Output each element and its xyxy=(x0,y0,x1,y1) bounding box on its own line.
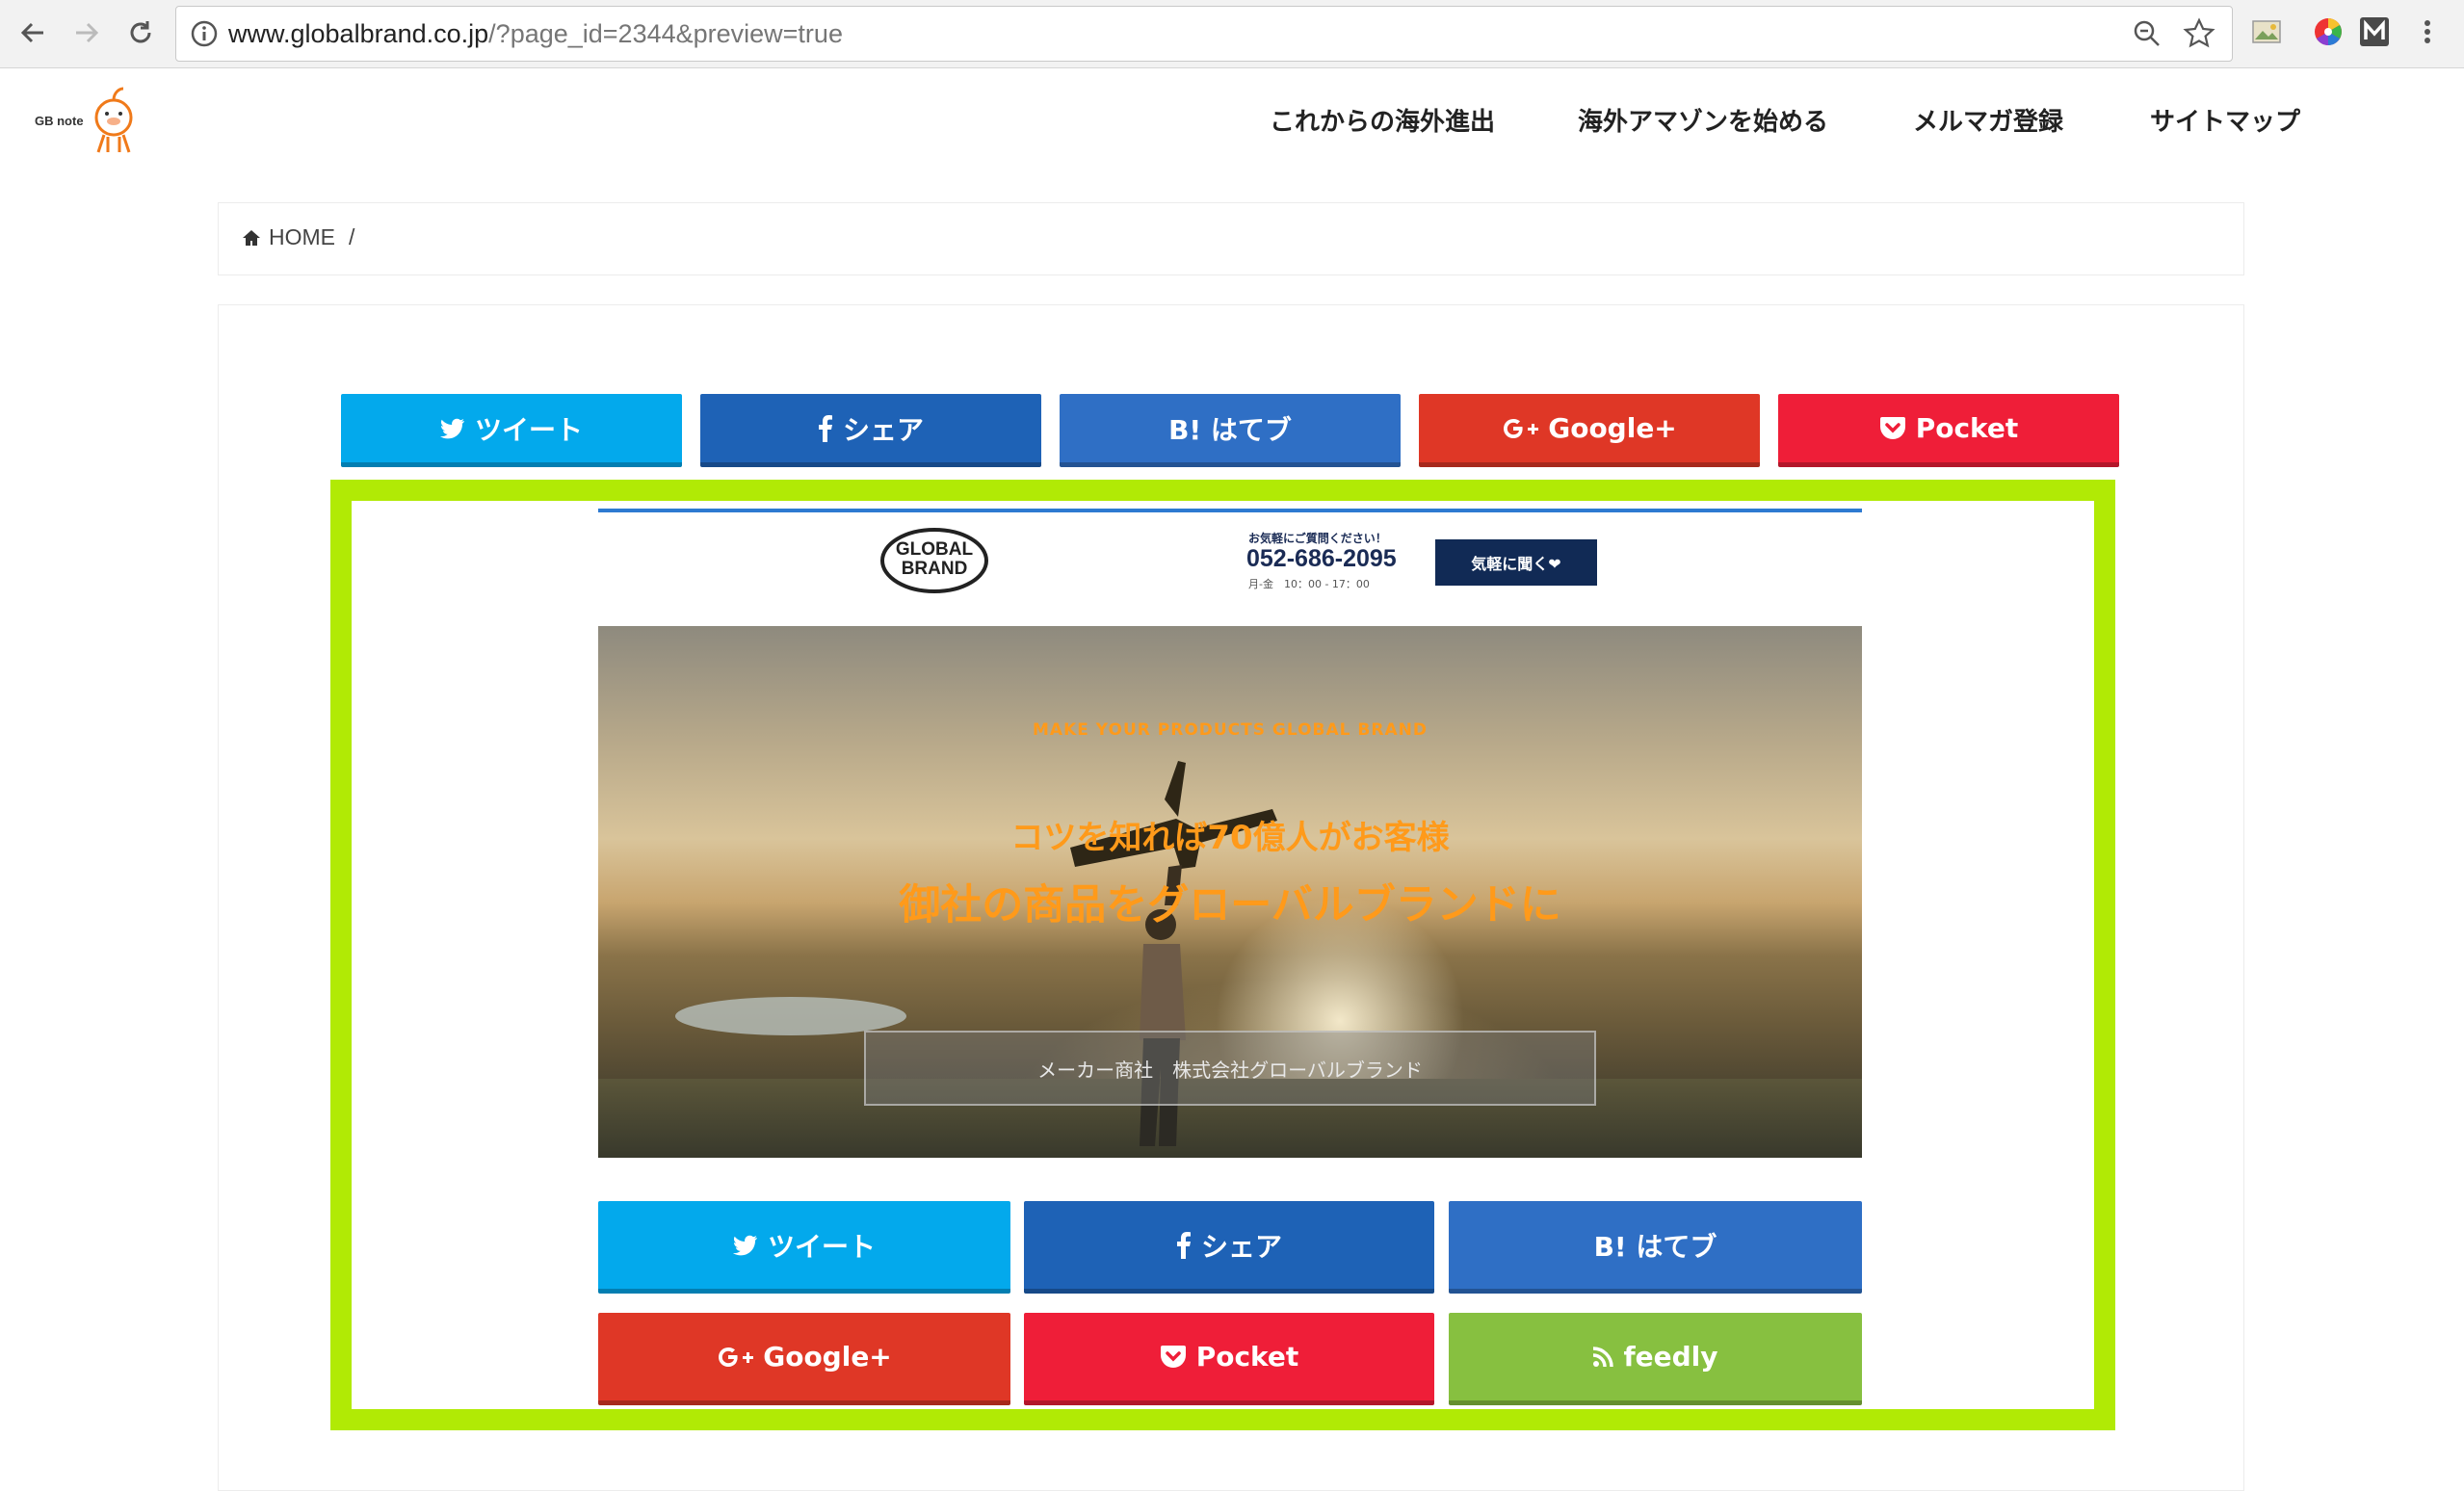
rss-icon xyxy=(1593,1346,1614,1367)
twitter-icon xyxy=(732,1235,757,1255)
address-bar[interactable]: www.globalbrand.co.jp/?page_id=2344&prev… xyxy=(175,6,2233,62)
url-path: /?page_id=2344&preview=true xyxy=(488,19,843,48)
site-logo[interactable]: GB note xyxy=(29,85,144,162)
preview-share-feedly-button[interactable]: feedly xyxy=(1449,1313,1862,1405)
logo-text: GB note xyxy=(35,114,84,128)
breadcrumb-home[interactable]: HOME / xyxy=(242,224,354,250)
browser-toolbar: www.globalbrand.co.jp/?page_id=2344&prev… xyxy=(0,0,2464,68)
menu-dots-icon[interactable] xyxy=(2420,15,2435,48)
share-facebook-label: シェア xyxy=(842,413,924,446)
hero-lake xyxy=(675,997,906,1035)
preview-share-google-button[interactable]: Google+ xyxy=(598,1313,1010,1405)
preview-logo-line1: GLOBAL xyxy=(895,539,974,560)
hero-headline-2: 御社の商品をグローバルブランドに xyxy=(899,881,1561,929)
share-google-button[interactable]: Google+ xyxy=(1419,394,1760,467)
preview-share-facebook-label: シェア xyxy=(1200,1230,1282,1263)
reload-icon xyxy=(130,21,151,43)
hero-headline-1: コツを知れば70億人がお客様 xyxy=(1010,819,1450,857)
facebook-icon xyxy=(1176,1231,1191,1259)
preview-contact-caption: お気軽にご質問ください！ xyxy=(1248,532,1387,545)
preview-share-hatena-label: B! はてブ xyxy=(1593,1230,1717,1263)
nav-overseas-expansion[interactable]: これからの海外進出 xyxy=(1270,102,1495,138)
info-icon[interactable] xyxy=(190,19,219,48)
reload-button[interactable] xyxy=(119,12,162,54)
arrow-right-icon xyxy=(76,22,99,43)
share-twitter-button[interactable]: ツイート xyxy=(341,394,682,467)
preview-share-twitter-label: ツイート xyxy=(767,1230,876,1263)
breadcrumb-home-label: HOME xyxy=(269,224,335,249)
preview-share-facebook-button[interactable]: シェア xyxy=(1024,1201,1434,1294)
preview-share-pocket-label: Pocket xyxy=(1195,1341,1299,1373)
facebook-icon xyxy=(818,414,832,442)
forward-button[interactable] xyxy=(66,12,108,54)
share-twitter-label: ツイート xyxy=(474,413,583,446)
nav-amazon-overseas[interactable]: 海外アマゾンを始める xyxy=(1578,102,1828,138)
preview-share-feedly-label: feedly xyxy=(1623,1341,1718,1373)
preview-hero-image: MAKE YOUR PRODUCTS GLOBAL BRAND コツを知れば70… xyxy=(598,626,1862,1158)
url-host: www.globalbrand.co.jp xyxy=(228,19,489,48)
m-extension-icon[interactable] xyxy=(2358,15,2391,48)
twitter-icon xyxy=(439,418,464,438)
pocket-icon xyxy=(1879,416,1905,439)
hero-tagline: MAKE YOUR PRODUCTS GLOBAL BRAND xyxy=(1033,720,1428,740)
preview-logo: GLOBAL BRAND xyxy=(878,526,990,599)
pocket-icon xyxy=(1160,1345,1186,1368)
preview-share-hatena-button[interactable]: B! はてブ xyxy=(1449,1201,1862,1294)
share-google-label: Google+ xyxy=(1548,412,1677,444)
preview-share-google-label: Google+ xyxy=(763,1341,892,1373)
preview-logo-line2: BRAND xyxy=(901,559,968,579)
home-icon xyxy=(243,229,260,246)
preview-share-pocket-button[interactable]: Pocket xyxy=(1024,1313,1434,1405)
breadcrumb: HOME / xyxy=(218,202,2244,275)
share-hatena-label: B! はてブ xyxy=(1168,413,1292,446)
bookmark-star-icon[interactable] xyxy=(2182,16,2216,51)
nav-sitemap[interactable]: サイトマップ xyxy=(2150,102,2300,138)
google-plus-icon xyxy=(1504,418,1539,438)
hero-company-box[interactable]: メーカー商社 株式会社グローバルブランド xyxy=(864,1031,1596,1106)
arrow-left-icon xyxy=(20,22,43,43)
share-pocket-button[interactable]: Pocket xyxy=(1778,394,2119,467)
image-extension-icon[interactable] xyxy=(2250,15,2283,48)
preview-share-twitter-button[interactable]: ツイート xyxy=(598,1201,1010,1294)
nav-newsletter[interactable]: メルマガ登録 xyxy=(1913,102,2063,138)
url-text[interactable]: www.globalbrand.co.jp/?page_id=2344&prev… xyxy=(228,7,843,61)
preview-site-header xyxy=(598,509,1862,630)
preview-phone[interactable]: 052-686-2095 xyxy=(1246,545,1397,573)
share-pocket-label: Pocket xyxy=(1915,412,2019,444)
preview-hours: 月-金 10：00 - 17：00 xyxy=(1248,578,1370,590)
share-facebook-button[interactable]: シェア xyxy=(700,394,1041,467)
share-hatena-button[interactable]: B! はてブ xyxy=(1060,394,1401,467)
zoom-icon[interactable] xyxy=(2130,16,2164,51)
mascot-icon xyxy=(94,87,133,153)
color-picker-extension-icon[interactable] xyxy=(2312,15,2345,48)
back-button[interactable] xyxy=(12,12,54,54)
breadcrumb-separator: / xyxy=(349,224,355,249)
preview-ask-button[interactable]: 気軽に聞く❤ xyxy=(1435,539,1597,586)
google-plus-icon xyxy=(719,1347,754,1367)
